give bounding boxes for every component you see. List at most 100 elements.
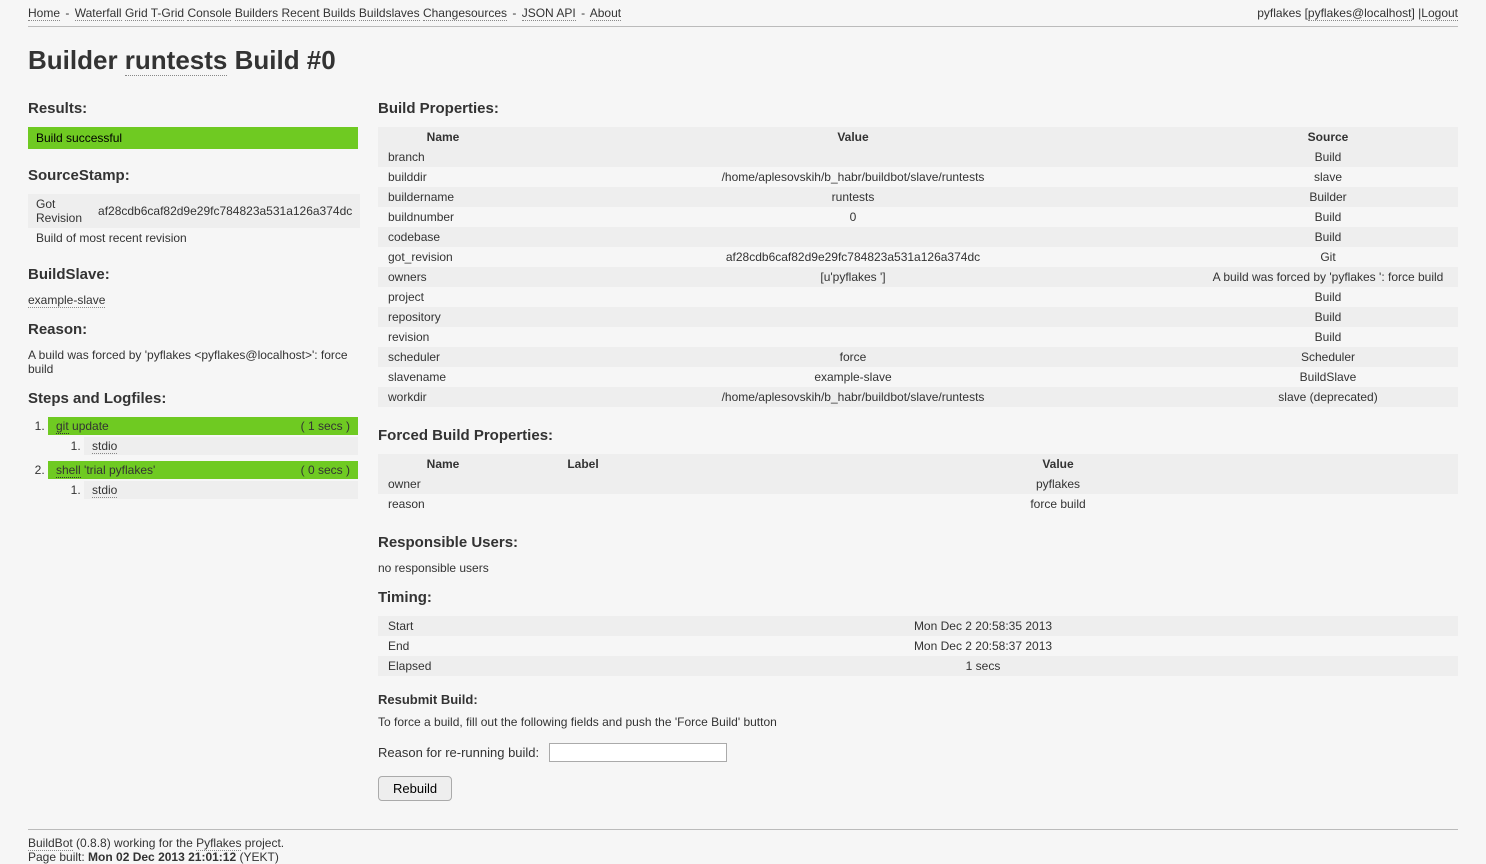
forced-properties-heading: Forced Build Properties:	[378, 427, 1458, 444]
table-row: branchBuild	[378, 147, 1458, 167]
buildbot-link[interactable]: BuildBot	[28, 836, 73, 851]
responsible-text: no responsible users	[378, 561, 1458, 575]
build-properties-heading: Build Properties:	[378, 100, 1458, 117]
prop-value: /home/aplesovskih/b_habr/buildbot/slave/…	[508, 387, 1198, 407]
prop-value: /home/aplesovskih/b_habr/buildbot/slave/…	[508, 167, 1198, 187]
page-built-time: Mon 02 Dec 2013 21:01:12	[88, 850, 236, 864]
builder-link[interactable]: runtests	[125, 45, 228, 76]
resubmit-heading: Resubmit Build:	[378, 692, 1458, 707]
project-link[interactable]: Pyflakes	[196, 836, 241, 851]
buildslave-link[interactable]: example-slave	[28, 293, 105, 308]
prop-source: Build	[1198, 227, 1458, 247]
user-bar: pyflakes [pyflakes@localhost] |Logout	[1257, 6, 1458, 20]
page-title: Builder runtests Build #0	[28, 45, 1458, 76]
prop-source: A build was forced by 'pyflakes ': force…	[1198, 267, 1458, 287]
timing-value: Mon Dec 2 20:58:35 2013	[508, 616, 1458, 636]
step-row: git update( 1 secs )	[48, 417, 358, 435]
nav-waterfall[interactable]: Waterfall	[75, 6, 122, 21]
nav-buildslaves[interactable]: Buildslaves	[359, 6, 420, 21]
table-row: EndMon Dec 2 20:58:37 2013	[378, 636, 1458, 656]
log-link[interactable]: stdio	[92, 483, 117, 498]
forced-col-label: Label	[508, 454, 658, 474]
timing-heading: Timing:	[378, 589, 1458, 606]
timing-table: StartMon Dec 2 20:58:35 2013EndMon Dec 2…	[378, 616, 1458, 676]
step-time: ( 0 secs )	[301, 463, 350, 477]
prop-name: workdir	[378, 387, 508, 407]
prop-name: buildnumber	[378, 207, 508, 227]
prop-value: runtests	[508, 187, 1198, 207]
page-built-tz: (YEKT)	[236, 850, 279, 864]
forced-label	[508, 474, 658, 494]
nav-home[interactable]: Home	[28, 6, 60, 21]
table-row: reasonforce build	[378, 494, 1458, 514]
table-row: schedulerforceScheduler	[378, 347, 1458, 367]
footer: BuildBot (0.8.8) working for the Pyflake…	[28, 829, 1458, 864]
prop-source: Build	[1198, 307, 1458, 327]
prop-source: slave (deprecated)	[1198, 387, 1458, 407]
footer-version: (0.8.8) working for the	[73, 836, 196, 850]
table-row: got_revisionaf28cdb6caf82d9e29fc784823a5…	[378, 247, 1458, 267]
reason-text: A build was forced by 'pyflakes <pyflake…	[28, 348, 358, 376]
title-suffix: Build #0	[227, 45, 335, 75]
nav-grid[interactable]: Grid	[125, 6, 148, 21]
got-revision-value: af28cdb6caf82d9e29fc784823a531a126a374dc	[90, 194, 360, 228]
prop-value	[508, 307, 1198, 327]
prop-name: builddir	[378, 167, 508, 187]
step-item: git update( 1 secs ) stdio	[48, 417, 358, 455]
prop-name: branch	[378, 147, 508, 167]
timing-value: Mon Dec 2 20:58:37 2013	[508, 636, 1458, 656]
log-list: stdio	[84, 481, 358, 499]
prop-name: slavename	[378, 367, 508, 387]
timing-name: Start	[378, 616, 508, 636]
prop-source: BuildSlave	[1198, 367, 1458, 387]
prop-source: slave	[1198, 167, 1458, 187]
nav-recent[interactable]: Recent Builds	[282, 6, 356, 21]
prop-name: repository	[378, 307, 508, 327]
prop-source: Build	[1198, 287, 1458, 307]
prop-name: codebase	[378, 227, 508, 247]
steps-heading: Steps and Logfiles:	[28, 390, 358, 407]
title-prefix: Builder	[28, 45, 125, 75]
timing-value: 1 secs	[508, 656, 1458, 676]
nav-about[interactable]: About	[590, 6, 621, 21]
reason-input[interactable]	[549, 743, 727, 762]
forced-name: reason	[378, 494, 508, 514]
nav-json[interactable]: JSON API	[522, 6, 576, 21]
table-row: owners[u'pyflakes ']A build was forced b…	[378, 267, 1458, 287]
nav-tgrid[interactable]: T-Grid	[151, 6, 184, 21]
prop-name: scheduler	[378, 347, 508, 367]
sourcestamp-table: Got Revision af28cdb6caf82d9e29fc784823a…	[28, 194, 360, 248]
buildslave-heading: BuildSlave:	[28, 266, 358, 283]
user-email[interactable]: pyflakes@localhost	[1308, 6, 1412, 21]
nav-builders[interactable]: Builders	[235, 6, 278, 21]
step-link[interactable]: shell	[56, 463, 81, 478]
nav-changesources[interactable]: Changesources	[423, 6, 507, 21]
prop-source: Scheduler	[1198, 347, 1458, 367]
step-link[interactable]: git	[56, 419, 69, 434]
timing-name: Elapsed	[378, 656, 508, 676]
table-row: ownerpyflakes	[378, 474, 1458, 494]
table-row: repository Build	[378, 307, 1458, 327]
divider-top	[28, 26, 1458, 27]
steps-list: git update( 1 secs )stdioshell 'trial py…	[48, 417, 358, 499]
prop-value: example-slave	[508, 367, 1198, 387]
table-row: codebase Build	[378, 227, 1458, 247]
results-heading: Results:	[28, 100, 358, 117]
props-col-source: Source	[1198, 127, 1458, 147]
resubmit-text: To force a build, fill out the following…	[378, 715, 1458, 729]
props-col-name: Name	[378, 127, 508, 147]
prop-source: Builder	[1198, 187, 1458, 207]
props-col-value: Value	[508, 127, 1198, 147]
result-status: Build successful	[28, 127, 358, 149]
step-time: ( 1 secs )	[301, 419, 350, 433]
table-row: builddir/home/aplesovskih/b_habr/buildbo…	[378, 167, 1458, 187]
prop-source: Build	[1198, 327, 1458, 347]
log-link[interactable]: stdio	[92, 439, 117, 454]
prop-source: Git	[1198, 247, 1458, 267]
logout-link[interactable]: Logout	[1421, 6, 1458, 21]
nav-console[interactable]: Console	[187, 6, 231, 21]
rebuild-button[interactable]: Rebuild	[378, 776, 452, 801]
table-row: projectBuild	[378, 287, 1458, 307]
forced-name: owner	[378, 474, 508, 494]
prop-value: [u'pyflakes ']	[508, 267, 1198, 287]
